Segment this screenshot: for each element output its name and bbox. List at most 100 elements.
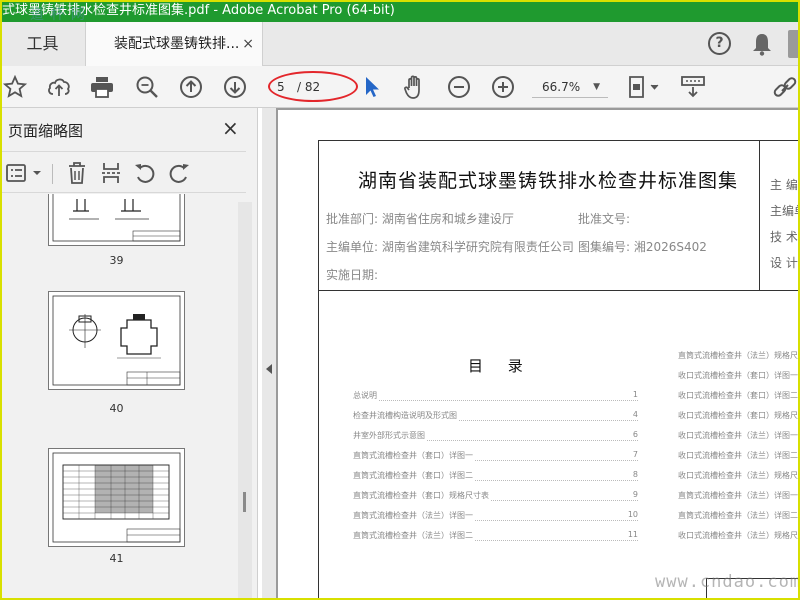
fit-page-icon[interactable] [626, 74, 662, 100]
hand-icon[interactable] [402, 74, 428, 100]
atlas-number: 图集编号: 湘2026S402 [578, 240, 707, 254]
insert-page-icon[interactable] [98, 161, 124, 185]
toc-title: 总说明 [353, 390, 379, 401]
window-edge-scroll [788, 30, 800, 58]
toc-title: 直筒式流槽检查井（套口）详图二 [353, 470, 475, 481]
thumbnail-label: 40 [109, 402, 124, 415]
chevron-down-icon: ▼ [593, 82, 600, 92]
toc-page: 9 [630, 490, 638, 499]
document-title: 湖南省装配式球墨铸铁排水检查井标准图集 [358, 170, 739, 192]
rotate-left-icon[interactable] [132, 161, 158, 185]
star-icon[interactable] [2, 74, 28, 100]
thumbnail-label: 41 [109, 552, 124, 565]
cloud-upload-icon[interactable] [46, 74, 72, 100]
pdf-page: 湖南省装配式球墨铸铁排水检查井标准图集 批准部门: 湖南省住房和城乡建设厅 批准… [278, 110, 800, 600]
page-number-highlight [268, 71, 358, 102]
toc-right-item[interactable]: 直筒式流槽检查井（法兰）规格尺寸表 [678, 350, 800, 361]
toc-right-item[interactable]: 收口式流槽检查井（法兰）规格尺寸表 [678, 470, 800, 481]
toc-heading: 目 录 [468, 357, 533, 375]
tab-document[interactable]: 装配式球墨铸铁排... × [85, 22, 263, 66]
toc-row[interactable]: 直筒式流槽检查井（套口）详图二 8 [353, 470, 638, 484]
print-icon[interactable] [89, 74, 115, 100]
close-tab-icon[interactable]: × [242, 22, 254, 66]
toc-title: 直筒式流槽检查井（法兰）详图二 [353, 530, 475, 541]
tab-document-label: 装配式球墨铸铁排... [114, 36, 240, 52]
tab-tools[interactable]: 工具 [0, 22, 85, 66]
toc-page: 7 [630, 450, 638, 459]
zoom-value: 66.7% [542, 80, 581, 94]
thumbnail-list: 39 40 41 [0, 194, 238, 600]
toc-title: 井室外部形式示意图 [353, 430, 427, 441]
thumbnail-label: 39 [109, 254, 124, 267]
toc-right-item[interactable]: 收口式流槽检查井（法兰）详图一 [678, 430, 800, 441]
trash-icon[interactable] [64, 161, 90, 185]
close-panel-icon[interactable]: × [222, 116, 239, 140]
toc-title: 检查井流槽构造说明及形式图 [353, 410, 459, 421]
toc-row[interactable]: 直筒式流槽检查井（法兰）详图二 11 [353, 530, 638, 544]
toc-right-item[interactable]: 收口式流槽检查井（套口）详图一 [678, 370, 800, 381]
thumbnail-page-40[interactable] [48, 291, 185, 390]
toc-row[interactable]: 直筒式流槽检查井（套口）详图一 7 [353, 450, 638, 464]
zoom-search-icon[interactable] [134, 74, 160, 100]
toc-title: 直筒式流槽检查井（套口）详图一 [353, 450, 475, 461]
scrollbar-thumb[interactable] [243, 492, 246, 512]
editor-unit: 主编单位: 湖南省建筑科学研究院有限责任公司 [326, 240, 574, 254]
thumbnails-scrollbar[interactable] [238, 202, 252, 600]
rotate-right-icon[interactable] [166, 161, 192, 185]
title-block-divider [318, 290, 800, 291]
panel-toolbar [0, 151, 246, 193]
page-down-icon[interactable] [222, 74, 248, 100]
tab-row: 工具 装配式球墨铸铁排... × ? [0, 22, 800, 66]
toc-row[interactable]: 直筒式流槽检查井（套口）规格尺寸表 9 [353, 490, 638, 504]
toc-page: 10 [625, 510, 638, 519]
toc-right-item[interactable]: 收口式流槽检查井（法兰）详图二 [678, 450, 800, 461]
toc-right-item[interactable]: 直筒式流槽检查井（法兰）详图一 [678, 490, 800, 501]
toc-right-item[interactable]: 直筒式流槽检查井（法兰）详图二 [678, 510, 800, 521]
link-icon[interactable] [772, 74, 798, 100]
panel-collapse-handle[interactable] [262, 108, 276, 600]
effective-date: 实施日期: [326, 268, 379, 282]
toc-page: 4 [630, 410, 638, 419]
panel-title: 页面缩略图 [8, 122, 84, 140]
toc-right-item[interactable]: 收口式流槽检查井（套口）详图二 [678, 390, 800, 401]
title-block-divider-vertical [759, 140, 760, 290]
bell-icon[interactable] [752, 32, 772, 56]
toc-row[interactable]: 直筒式流槽检查井（法兰）详图一 10 [353, 510, 638, 524]
toc-row[interactable]: 检查井流槽构造说明及形式图 4 [353, 410, 638, 424]
toc-title: 直筒式流槽检查井（套口）规格尺寸表 [353, 490, 491, 501]
toc-right-item[interactable]: 收口式流槽检查井（套口）规格尺寸表 [678, 410, 800, 421]
select-arrow-icon[interactable] [358, 74, 384, 100]
side-label: 设 计 [770, 256, 798, 270]
help-icon[interactable]: ? [708, 32, 731, 55]
side-labels: 主 编 主编单 技 术 设 计 [770, 172, 800, 276]
document-view[interactable]: 湖南省装配式球墨铸铁排水检查井标准图集 批准部门: 湖南省住房和城乡建设厅 批准… [276, 108, 800, 600]
toc-row[interactable]: 井室外部形式示意图 6 [353, 430, 638, 444]
main-toolbar [0, 66, 800, 108]
toc-title: 直筒式流槽检查井（法兰）详图一 [353, 510, 475, 521]
page-up-icon[interactable] [178, 74, 204, 100]
zoom-select[interactable]: 66.7% ▼ [532, 76, 608, 98]
collapse-arrow-icon [266, 364, 272, 374]
thumbnail-options-icon[interactable] [4, 161, 44, 185]
toc-row[interactable]: 总说明 1 [353, 390, 638, 404]
scroll-mode-icon[interactable] [680, 74, 706, 100]
zoom-in-icon[interactable] [490, 74, 516, 100]
zoom-out-icon[interactable] [446, 74, 472, 100]
toc-page: 1 [630, 390, 638, 399]
toc-page: 11 [625, 530, 638, 539]
watermark-logo: 道 杯 网 [30, 7, 86, 23]
approval-doc: 批准文号: [578, 212, 631, 226]
toc-right-item[interactable]: 收口式流槽检查井（法兰）规格尺寸表 [678, 530, 800, 541]
side-label: 主编单 [770, 204, 800, 218]
side-label: 主 编 [770, 178, 798, 192]
toc-page: 8 [630, 470, 638, 479]
thumbnails-panel: 页面缩略图 × 39 40 41 [0, 108, 258, 600]
toc-page: 6 [630, 430, 638, 439]
toolbar-separator [52, 164, 53, 184]
approval-dept: 批准部门: 湖南省住房和城乡建设厅 [326, 212, 514, 226]
side-label: 技 术 [770, 230, 798, 244]
window-title-bar[interactable]: 式球墨铸铁排水检查井标准图集.pdf - Adobe Acrobat Pro (… [0, 0, 800, 22]
thumbnail-page-41[interactable] [48, 448, 185, 547]
thumbnail-page-39[interactable] [48, 194, 185, 246]
watermark-url: www.cndao.com [655, 572, 800, 592]
